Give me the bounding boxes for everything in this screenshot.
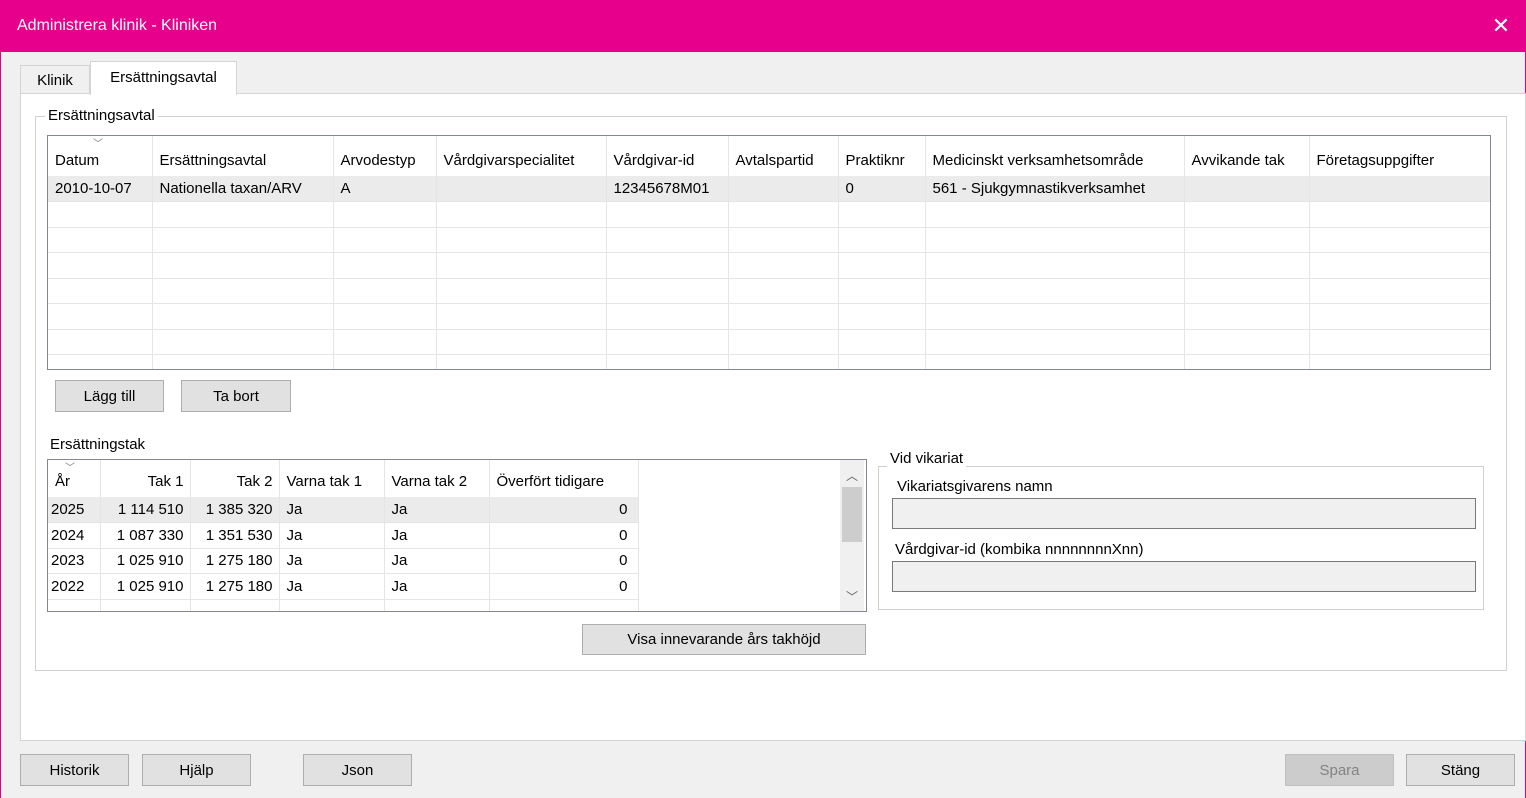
table-cell: [1309, 176, 1490, 202]
remove-button[interactable]: Ta bort: [181, 380, 291, 412]
table-row[interactable]: 2010-10-07 Nationella taxan/ARV A 123456…: [48, 176, 1490, 202]
table-row[interactable]: 2025 1 114 510 1 385 320 Ja Ja 0: [48, 497, 639, 523]
column-header-verksamhetsomrade[interactable]: Medicinskt verksamhetsområde: [925, 136, 1185, 176]
column-header-tak2[interactable]: Tak 2: [190, 460, 280, 497]
show-current-year-cap-button[interactable]: Visa innevarande års takhöjd: [582, 624, 866, 655]
table-cell: 0: [489, 573, 639, 600]
tab-klinik[interactable]: Klinik: [20, 65, 90, 94]
empty-row: [48, 227, 1490, 253]
column-header-avvikande-tak[interactable]: Avvikande tak: [1184, 136, 1310, 176]
column-header-arvodestyp[interactable]: Arvodestyp: [333, 136, 437, 176]
table-row[interactable]: 2023 1 025 910 1 275 180 Ja Ja 0: [48, 548, 639, 574]
column-header-praktiknr[interactable]: Praktiknr: [838, 136, 926, 176]
empty-row: [48, 278, 1490, 304]
table-cell: A: [333, 176, 437, 202]
table-cell: 12345678M01: [606, 176, 729, 202]
table-row[interactable]: 2024 1 087 330 1 351 530 Ja Ja 0: [48, 522, 639, 549]
empty-row: [48, 599, 639, 611]
tab-panel: Ersättningsavtal ﹀ Datum Ersättningsavtal…: [20, 93, 1526, 741]
substitute-name-label: Vikariatsgivarens namn: [897, 478, 1053, 495]
column-header-varna-tak2[interactable]: Varna tak 2: [384, 460, 490, 497]
save-button[interactable]: Spara: [1285, 754, 1394, 786]
column-header-ersattningsavtal[interactable]: Ersättningsavtal: [152, 136, 334, 176]
table-row[interactable]: 2022 1 025 910 1 275 180 Ja Ja 0: [48, 573, 639, 600]
substitute-group-label: Vid vikariat: [887, 450, 967, 467]
table-cell: Ja: [279, 497, 385, 523]
column-header-overfort[interactable]: Överfört tidigare: [489, 460, 639, 497]
column-header-vardgivarspecialitet[interactable]: Vårdgivarspecialitet: [436, 136, 607, 176]
table-cell: 2025: [48, 497, 101, 523]
title-bar: Administrera klinik - Kliniken ✕: [1, 0, 1525, 52]
close-button[interactable]: Stäng: [1406, 754, 1515, 786]
table-cell: 1 087 330: [100, 522, 191, 549]
table-cell: 1 351 530: [190, 522, 280, 549]
table-cell: 2022: [48, 573, 101, 600]
table-cell: Ja: [384, 497, 490, 523]
table-cell: 2024: [48, 522, 101, 549]
table-cell: [1184, 176, 1310, 202]
column-header-varna-tak1[interactable]: Varna tak 1: [279, 460, 385, 497]
caps-scrollbar[interactable]: ︿ ﹀: [840, 460, 864, 611]
empty-row: [48, 303, 1490, 330]
table-cell: Ja: [279, 522, 385, 549]
table-cell: 1 114 510: [100, 497, 191, 523]
column-header-avtalspartid[interactable]: Avtalspartid: [728, 136, 839, 176]
table-cell: 0: [838, 176, 926, 202]
table-cell: Ja: [279, 573, 385, 600]
substitute-name-field[interactable]: [892, 498, 1476, 529]
substitute-id-field[interactable]: [892, 561, 1476, 592]
table-cell: 1 275 180: [190, 548, 280, 574]
table-cell: Ja: [279, 548, 385, 574]
add-button[interactable]: Lägg till: [55, 380, 164, 412]
tab-ersattningsavtal[interactable]: Ersättningsavtal: [90, 61, 237, 95]
agreements-grid[interactable]: ﹀ Datum Ersättningsavtal Arvodestyp Vårdg…: [47, 135, 1491, 370]
scroll-thumb[interactable]: [842, 487, 862, 542]
substitute-id-label: Vårdgivar-id (kombika nnnnnnnnXnn): [895, 541, 1144, 558]
table-cell: 561 - Sjukgymnastikverksamhet: [925, 176, 1185, 202]
agreements-header-row: ﹀ Datum Ersättningsavtal Arvodestyp Vårdg…: [48, 136, 1490, 176]
scroll-down-icon[interactable]: ﹀: [840, 585, 864, 607]
table-cell: 0: [489, 497, 639, 523]
column-header-foretagsuppgifter[interactable]: Företagsuppgifter: [1309, 136, 1490, 176]
table-cell: 0: [489, 548, 639, 574]
table-cell: 1 385 320: [190, 497, 280, 523]
sort-chevron-icon: ﹀: [65, 463, 75, 474]
empty-row: [48, 354, 1490, 369]
table-cell: [728, 176, 839, 202]
table-cell: 2010-10-07: [48, 176, 153, 202]
dialog-window: Administrera klinik - Kliniken ✕ Klinik …: [0, 0, 1526, 798]
agreements-group-label: Ersättningsavtal: [45, 107, 158, 124]
sort-chevron-icon: ﹀: [93, 139, 103, 150]
empty-row: [48, 201, 1490, 228]
column-header-vardgivar-id[interactable]: Vårdgivar-id: [606, 136, 729, 176]
table-cell: Ja: [384, 548, 490, 574]
table-cell: Ja: [384, 573, 490, 600]
table-cell: 1 275 180: [190, 573, 280, 600]
table-cell: 1 025 910: [100, 548, 191, 574]
empty-row: [48, 329, 1490, 355]
caps-grid[interactable]: ﹀ År Tak 1 Tak 2 Varna tak 1 Varna tak 2 …: [47, 459, 867, 612]
caps-header-row: ﹀ År Tak 1 Tak 2 Varna tak 1 Varna tak 2 …: [48, 460, 639, 497]
help-button[interactable]: Hjälp: [142, 754, 251, 786]
scroll-up-icon[interactable]: ︿: [840, 464, 864, 486]
table-cell: [436, 176, 607, 202]
history-button[interactable]: Historik: [20, 754, 129, 786]
column-header-tak1[interactable]: Tak 1: [100, 460, 191, 497]
window-title: Administrera klinik - Kliniken: [17, 17, 218, 34]
column-header-ar[interactable]: ﹀ År: [48, 460, 101, 497]
column-header-datum[interactable]: ﹀ Datum: [48, 136, 153, 176]
table-cell: 1 025 910: [100, 573, 191, 600]
close-icon[interactable]: ✕: [1483, 8, 1519, 44]
table-cell: Ja: [384, 522, 490, 549]
table-cell: 2023: [48, 548, 101, 574]
json-button[interactable]: Json: [303, 754, 412, 786]
table-cell: 0: [489, 522, 639, 549]
empty-row: [48, 252, 1490, 279]
caps-label: Ersättningstak: [50, 436, 146, 453]
table-cell: Nationella taxan/ARV: [152, 176, 334, 202]
